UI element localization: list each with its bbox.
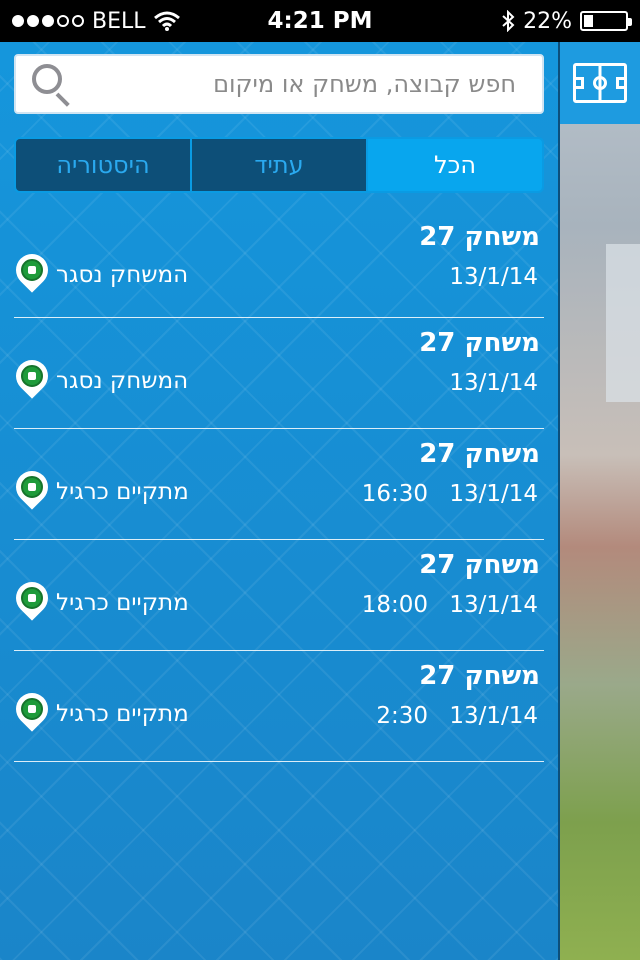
games-list: משחק 27 13/1/14 המשחק נסגר משחק 27 13/1/14 המ… <box>9 212 544 762</box>
soccer-ball-pin-icon <box>9 575 55 621</box>
status-bar: BELL 4:21 PM 22% <box>0 0 640 42</box>
game-time: 18:00 <box>361 592 428 618</box>
bluetooth-icon <box>502 10 515 32</box>
tab-future[interactable]: עתיד <box>190 139 366 191</box>
signal-strength-icon <box>12 15 84 27</box>
game-status: מתקיים כרגיל <box>56 590 189 616</box>
game-title: משחק 27 <box>419 661 540 691</box>
game-time: 16:30 <box>361 481 428 507</box>
game-status: המשחק נסגר <box>56 262 189 288</box>
game-date: 13/1/14 <box>449 370 538 396</box>
game-date: 13/1/14 <box>449 481 538 507</box>
soccer-ball-pin-icon <box>9 353 55 399</box>
game-date: 13/1/14 <box>449 264 538 290</box>
search-input[interactable] <box>74 70 528 98</box>
game-title: משחק 27 <box>419 328 540 358</box>
wifi-icon <box>153 11 180 31</box>
game-row[interactable]: משחק 27 13/1/14 18:00 מתקיים כרגיל <box>9 540 544 651</box>
game-title: משחק 27 <box>419 222 540 252</box>
carrier-label: BELL <box>92 8 146 34</box>
game-row[interactable]: משחק 27 13/1/14 המשחק נסגר <box>9 318 544 429</box>
game-time: 2:30 <box>376 703 428 729</box>
status-right: 22% <box>501 8 632 34</box>
search-icon[interactable] <box>30 62 74 107</box>
game-title: משחק 27 <box>419 439 540 469</box>
game-status: המשחק נסגר <box>56 368 189 394</box>
soccer-ball-pin-icon <box>9 686 55 732</box>
game-date: 13/1/14 <box>449 592 538 618</box>
game-row[interactable]: משחק 27 13/1/14 2:30 מתקיים כרגיל <box>9 651 544 762</box>
battery-icon <box>580 11 632 31</box>
tab-all[interactable]: הכל <box>366 139 542 191</box>
field-button[interactable] <box>560 42 640 124</box>
blurred-content <box>606 244 640 402</box>
game-status: מתקיים כרגיל <box>56 701 189 727</box>
filter-tabs: הכל עתיד היסטוריה <box>14 137 544 193</box>
soccer-field-icon <box>573 63 627 103</box>
tab-history[interactable]: היסטוריה <box>16 139 190 191</box>
search-bar <box>14 54 544 114</box>
battery-fill <box>584 15 593 27</box>
soccer-ball-pin-icon <box>9 464 55 510</box>
game-title: משחק 27 <box>419 550 540 580</box>
soccer-ball-pin-icon <box>9 247 55 293</box>
game-row[interactable]: משחק 27 13/1/14 16:30 מתקיים כרגיל <box>9 429 544 540</box>
game-row[interactable]: משחק 27 13/1/14 המשחק נסגר <box>9 212 544 318</box>
game-status: מתקיים כרגיל <box>56 479 189 505</box>
status-left: BELL <box>12 9 180 34</box>
battery-percent: 22% <box>523 8 572 34</box>
game-date: 13/1/14 <box>449 703 538 729</box>
games-panel: הכלעתידהיסטוריה משחק 27 13/1/14 המשחק נסגר… <box>0 42 558 960</box>
main-screen-peek[interactable] <box>558 42 640 960</box>
